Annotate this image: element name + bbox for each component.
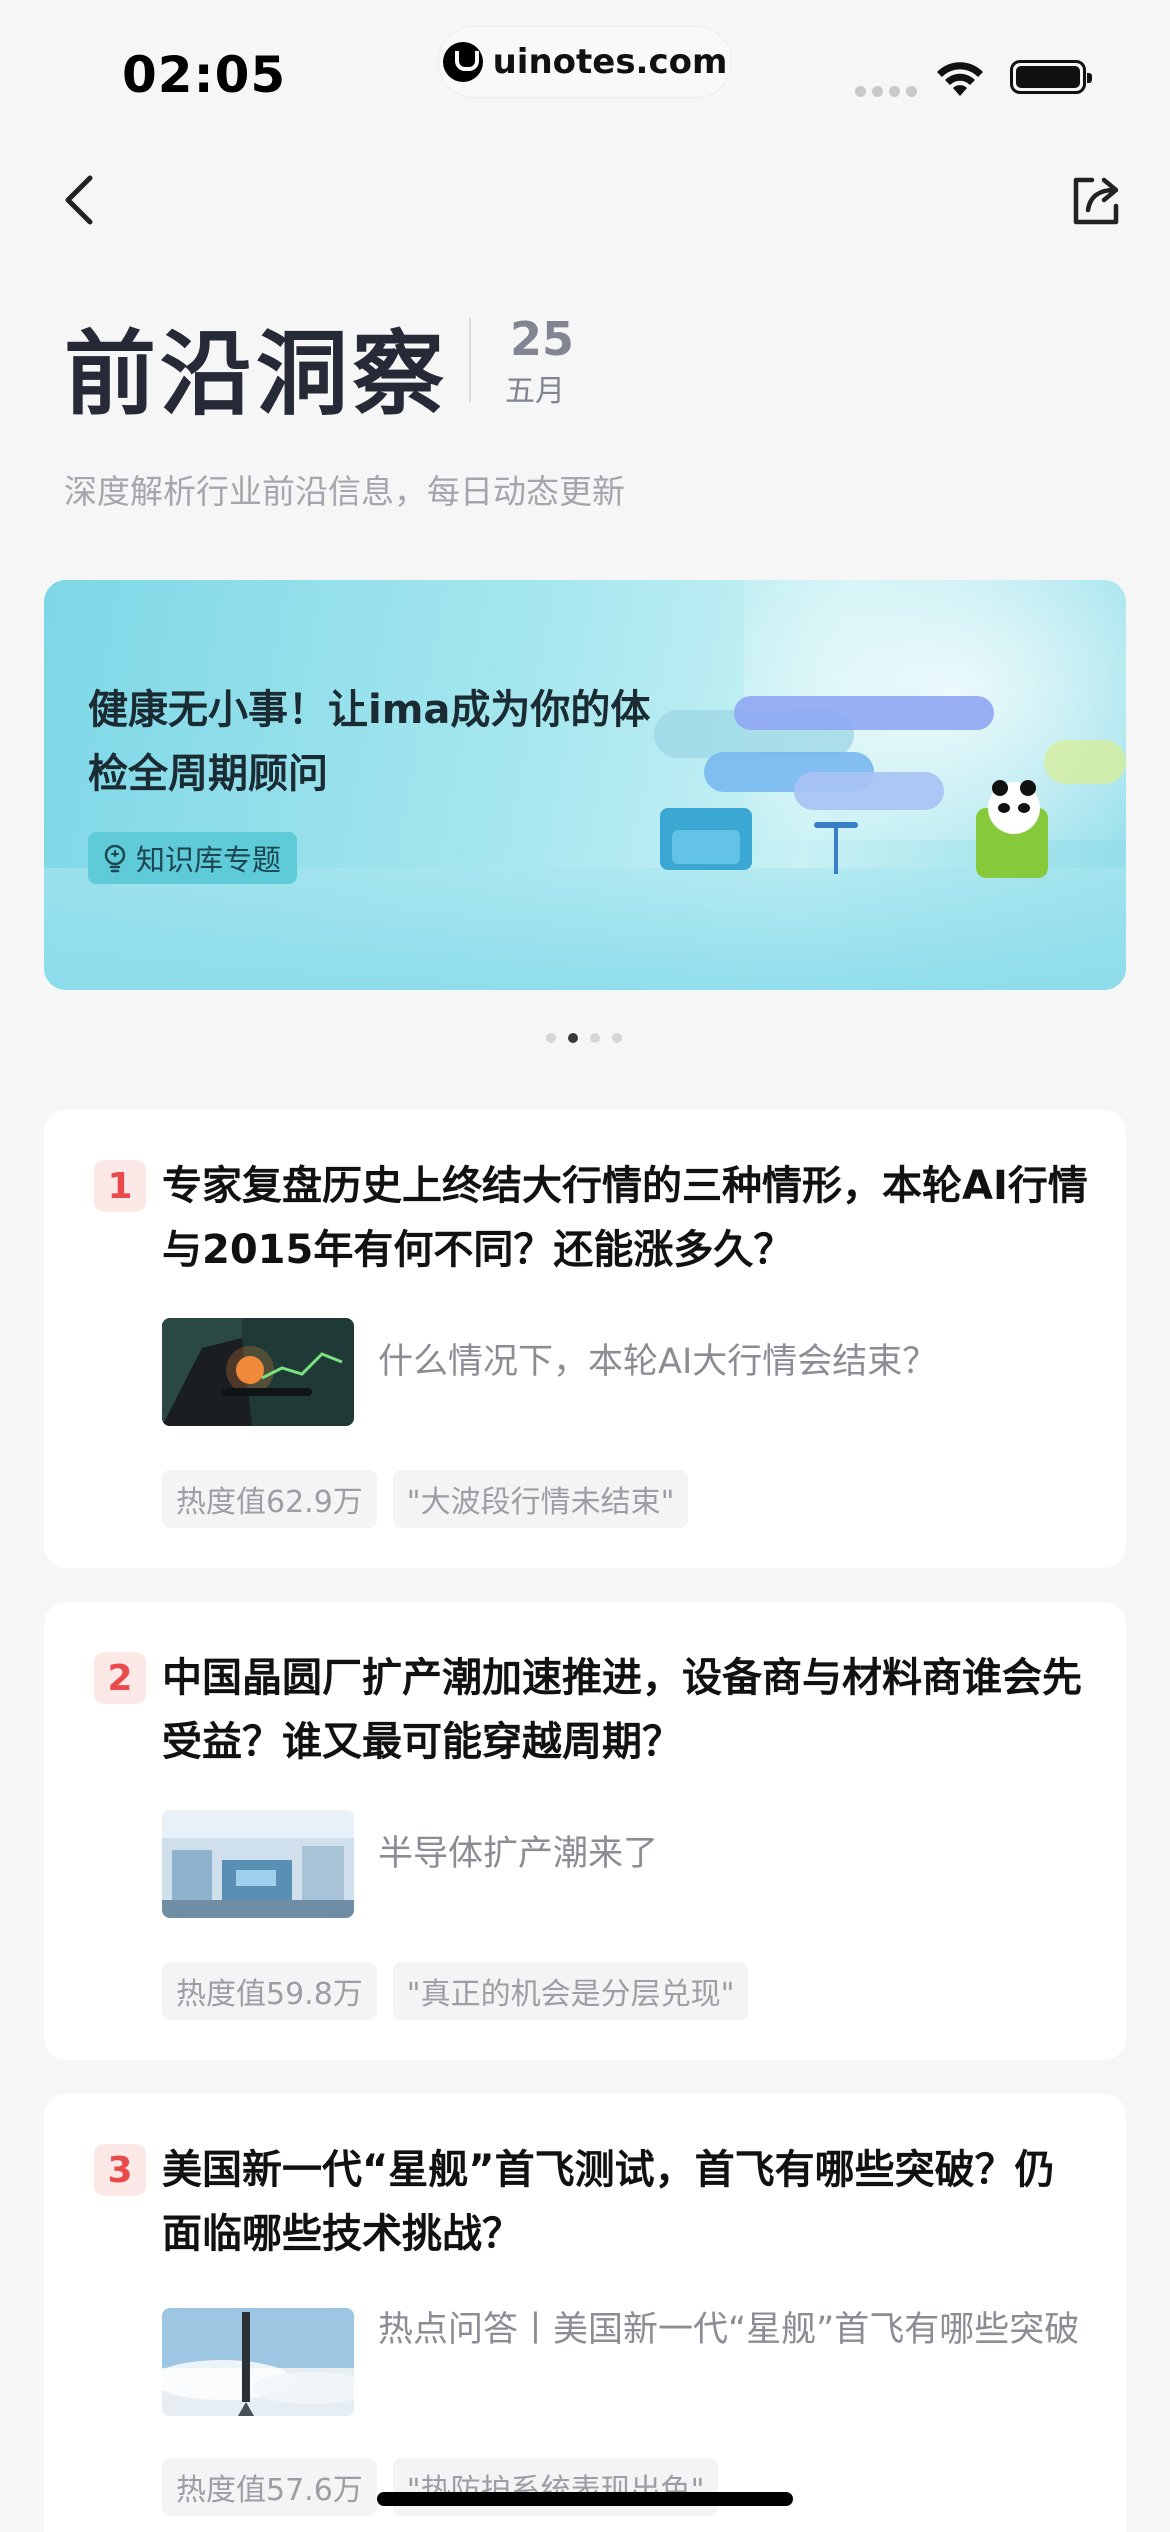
- heat-tag: 热度值59.8万: [162, 1962, 377, 2020]
- carousel-dot-active[interactable]: [568, 1033, 578, 1043]
- factory-image[interactable]: [162, 1810, 354, 1918]
- carousel-dot[interactable]: [612, 1033, 622, 1043]
- article-tags: 热度值57.6万 "热防护系统表现出色": [162, 2458, 719, 2516]
- article-summary[interactable]: 半导体扩产潮来了: [378, 1824, 1098, 1884]
- carousel-indicator: [546, 1033, 622, 1043]
- banner-title: 健康无小事！让ima成为你的体检全周期顾问: [88, 687, 651, 797]
- rank-badge: 3: [94, 2144, 146, 2196]
- url-text: uinotes.com: [492, 42, 728, 82]
- rank-badge: 1: [94, 1160, 146, 1212]
- wifi-icon: [937, 62, 983, 96]
- heat-tag: 热度值57.6万: [162, 2458, 377, 2516]
- article-summary[interactable]: 什么情况下，本轮AI大行情会结束？: [378, 1332, 1098, 1392]
- back-button[interactable]: [56, 170, 106, 230]
- rocket-image[interactable]: [162, 2308, 354, 2416]
- heat-tag: 热度值62.9万: [162, 1470, 377, 1528]
- chat-illustration: [654, 696, 1126, 878]
- page-subtitle: 深度解析行业前沿信息，每日动态更新: [64, 472, 625, 511]
- date-month: 五月: [505, 374, 565, 409]
- banner-tag-label: 知识库专题: [136, 843, 282, 877]
- rank-badge: 2: [94, 1652, 146, 1704]
- site-logo-icon: [442, 42, 483, 82]
- status-time: 02:05: [122, 46, 287, 104]
- article-card-3[interactable]: 3 美国新一代“星舰”首飞测试，首飞有哪些突破？仍面临哪些技术挑战？ 热点问答丨…: [44, 2094, 1126, 2532]
- finance-chart-image[interactable]: [162, 1318, 354, 1426]
- lightbulb-icon: [104, 844, 126, 873]
- quote-tag[interactable]: "真正的机会是分层兑现": [392, 1962, 749, 2020]
- page-title: 前沿洞察: [64, 321, 449, 428]
- banner-tag[interactable]: 知识库专题: [88, 832, 298, 884]
- status-bar: 02:05 uinotes.com: [0, 0, 1170, 150]
- title-divider: [469, 318, 471, 402]
- url-pill[interactable]: uinotes.com: [438, 26, 732, 98]
- battery-icon: [1010, 60, 1092, 94]
- home-indicator[interactable]: [377, 2492, 793, 2506]
- quote-tag[interactable]: "热防护系统表现出色": [392, 2458, 719, 2516]
- date-day: 25: [510, 312, 575, 366]
- article-title[interactable]: 美国新一代“星舰”首飞测试，首飞有哪些突破？仍面临哪些技术挑战？: [162, 2138, 1092, 2266]
- carousel-dot[interactable]: [546, 1033, 556, 1043]
- article-title[interactable]: 中国晶圆厂扩产潮加速推进，设备商与材料商谁会先受益？谁又最可能穿越周期？: [162, 1646, 1092, 1774]
- article-summary[interactable]: 热点问答丨美国新一代“星舰”首飞有哪些突破: [378, 2300, 1098, 2360]
- carousel-dot[interactable]: [590, 1033, 600, 1043]
- article-card-2[interactable]: 2 中国晶圆厂扩产潮加速推进，设备商与材料商谁会先受益？谁又最可能穿越周期？ 半…: [44, 1602, 1126, 2060]
- share-button[interactable]: [1066, 170, 1126, 230]
- article-card-1[interactable]: 1 专家复盘历史上终结大行情的三种情形，本轮AI行情与2015年有何不同？还能涨…: [44, 1110, 1126, 1568]
- cellular-signal-icon: [855, 86, 917, 97]
- article-title[interactable]: 专家复盘历史上终结大行情的三种情形，本轮AI行情与2015年有何不同？还能涨多久…: [162, 1154, 1092, 1282]
- article-tags: 热度值62.9万 "大波段行情未结束": [162, 1470, 689, 1528]
- quote-tag[interactable]: "大波段行情未结束": [392, 1470, 689, 1528]
- feature-banner[interactable]: 健康无小事！让ima成为你的体检全周期顾问 知识库专题: [44, 580, 1126, 990]
- article-tags: 热度值59.8万 "真正的机会是分层兑现": [162, 1962, 749, 2020]
